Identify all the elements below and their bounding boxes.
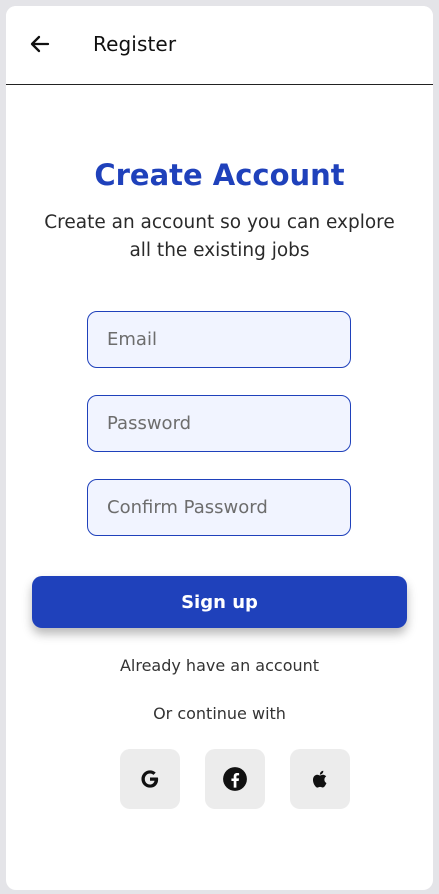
or-continue-with-label: Or continue with [153,704,286,723]
arrow-left-icon [30,35,50,53]
create-account-subheading: Create an account so you can explore all… [44,212,395,261]
confirm-password-field[interactable] [87,479,351,536]
google-button[interactable] [120,749,180,809]
password-field[interactable] [87,395,351,452]
google-icon [141,770,159,788]
apple-button[interactable] [290,749,350,809]
create-account-heading: Create Account [94,158,345,192]
already-have-account-link[interactable]: Already have an account [6,656,433,675]
apple-icon [312,770,327,788]
page-title: Register [93,32,177,56]
email-field[interactable] [87,311,351,368]
facebook-icon [223,767,247,791]
facebook-button[interactable] [205,749,265,809]
app-bar: Register [6,6,433,85]
register-screen: Register Create Account Create an accoun… [6,6,433,890]
sign-up-button[interactable]: Sign up [32,576,407,628]
back-button[interactable] [24,28,56,60]
